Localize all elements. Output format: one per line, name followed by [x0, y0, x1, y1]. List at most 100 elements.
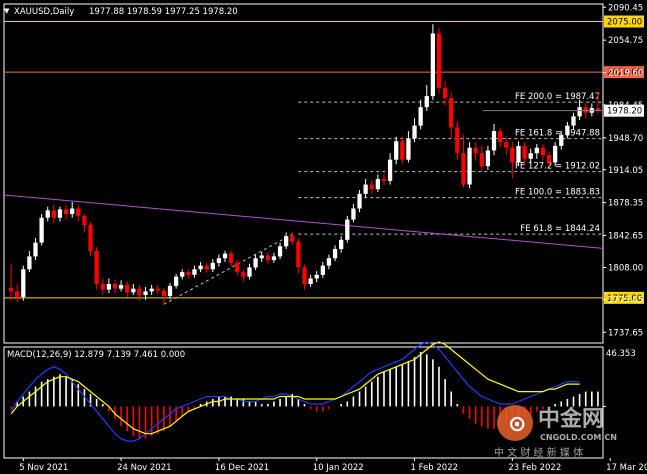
candle-body: [479, 153, 484, 167]
candle-body: [125, 284, 130, 293]
candle-body: [210, 262, 215, 270]
candle-body: [302, 267, 307, 285]
collapse-arrow-icon[interactable]: ▼: [4, 7, 10, 15]
candle-body: [522, 145, 527, 159]
candle-body: [106, 284, 112, 290]
time-tick-label: 24 Nov 2021: [117, 463, 171, 473]
candle-body: [375, 179, 381, 190]
candle-body: [351, 208, 356, 220]
candle-body: [161, 290, 167, 297]
logo-mark-icon: ⊙: [508, 412, 526, 437]
price-tick-label: 2019.60: [608, 69, 643, 79]
time-tick-label: 10 Jan 2022: [313, 463, 364, 473]
candle-body: [8, 287, 14, 292]
current-price-label: 1978.20: [607, 107, 642, 117]
candle-body: [82, 215, 87, 226]
candle-body: [320, 265, 325, 275]
candle-body: [357, 193, 362, 209]
time-tick-label: 1 Feb 2022: [411, 463, 459, 473]
candle-body: [235, 262, 240, 273]
candle-body: [467, 147, 472, 185]
candle-body: [39, 217, 44, 243]
macd-label: MACD(12,26,9) 12.879 7.139 7.461 0.000: [7, 350, 185, 360]
candle-body: [271, 256, 277, 261]
candle-body: [345, 219, 350, 240]
level-tag-label: 2075.00: [607, 18, 642, 28]
candle-body: [455, 127, 460, 154]
candle-body: [143, 291, 148, 296]
candle-body: [565, 125, 570, 135]
price-tick-label: 2090.45: [608, 3, 643, 13]
fib-level-label: FE 100.0 = 1883.83: [515, 188, 600, 198]
macd-scale-top: 46.353: [606, 349, 636, 359]
macd-pane-border: [3, 346, 604, 459]
candle-body: [253, 258, 258, 268]
candle-body: [51, 210, 56, 218]
symbol-label: XAUUSD,Daily: [14, 7, 74, 17]
candle-body: [296, 241, 301, 268]
candle-body: [339, 239, 344, 250]
price-tick-label: 1842.65: [608, 232, 643, 242]
candle-body: [314, 274, 319, 279]
candle-body: [222, 253, 228, 259]
candle-body: [94, 250, 99, 285]
candle-body: [290, 236, 295, 242]
price-tick-label: 1914.05: [608, 166, 643, 176]
candle-body: [186, 272, 191, 275]
price-tick-label: 2054.75: [608, 36, 643, 46]
candle-body: [76, 208, 81, 216]
candle-body: [265, 255, 270, 261]
logo-domain: CNGOLD.COM.CN: [540, 433, 617, 442]
candle-body: [528, 153, 533, 159]
candle-body: [491, 131, 497, 151]
candle-body: [216, 258, 222, 263]
candle-body: [33, 242, 38, 257]
time-axis: 5 Nov 2021 24 Nov 2021 16 Dec 2021 10 Jan 2…: [19, 458, 647, 473]
candle-body: [424, 96, 429, 108]
candle-body: [436, 33, 442, 88]
candle-body: [559, 134, 564, 146]
candle-body: [100, 284, 105, 290]
candle-body: [418, 107, 423, 126]
candle-body: [430, 33, 436, 97]
price-tick-label: 1808.00: [608, 263, 643, 273]
candle-body: [15, 291, 20, 297]
price-tick-label: 1737.65: [608, 328, 643, 338]
candle-body: [198, 265, 203, 270]
time-tick-label: 17 Mar 2022: [606, 463, 647, 473]
candle-body: [583, 107, 588, 113]
candle-body: [461, 153, 466, 185]
ohlc-readout: 1977.88 1978.59 1977.25 1978.20: [89, 7, 238, 17]
candle-body: [516, 145, 521, 163]
candle-body: [112, 284, 118, 289]
candle-body: [88, 225, 93, 251]
price-tick-label: 1773.45: [608, 295, 643, 305]
candle-body: [118, 284, 124, 289]
candle-body: [406, 138, 411, 160]
logo-tagline: 中 文 财 经 新 媒 体: [494, 446, 583, 459]
logo-brand: 中金网: [538, 406, 604, 432]
candle-body: [387, 159, 393, 181]
candle-body: [173, 276, 179, 286]
candle-body: [155, 288, 160, 291]
fib-level-label: FE 200.0 = 1987.47: [515, 92, 600, 102]
candle-body: [449, 97, 454, 128]
candle-body: [180, 272, 185, 277]
time-tick-label: 16 Dec 2021: [215, 463, 269, 473]
time-tick-label: 23 Feb 2022: [508, 463, 561, 473]
candle-body: [57, 209, 63, 218]
candle-body: [326, 258, 332, 266]
main-pane-border: [3, 3, 604, 344]
candle-body: [497, 131, 503, 143]
candle-body: [540, 147, 546, 156]
candle-body: [63, 209, 69, 215]
candle-body: [504, 142, 509, 148]
fib-anchor-line: [163, 233, 293, 305]
candle-body: [27, 256, 32, 270]
candle-body: [131, 288, 136, 293]
candle-body: [473, 147, 478, 154]
candle-body: [192, 269, 197, 275]
candle-body: [381, 179, 387, 181]
candle-body: [284, 236, 289, 247]
price-tick-label: 1948.70: [608, 134, 643, 144]
